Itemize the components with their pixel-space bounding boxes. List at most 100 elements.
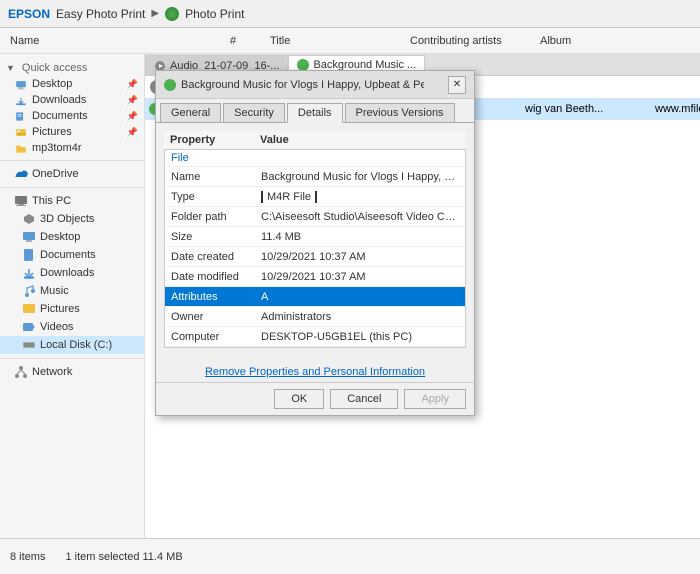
col-hash-header: #: [230, 35, 270, 47]
photo-print-icon: [165, 7, 179, 21]
sidebar-item-onedrive[interactable]: OneDrive: [0, 165, 144, 183]
cancel-button[interactable]: Cancel: [330, 389, 398, 409]
item-count: 8 items: [10, 551, 45, 563]
thispc-pictures-label: Pictures: [40, 303, 80, 315]
col-title-header: Title: [270, 35, 410, 47]
ok-button[interactable]: OK: [274, 389, 324, 409]
dialog-music-icon: [164, 79, 176, 91]
documents-label: Documents: [32, 110, 88, 122]
sidebar-item-mp3tom4r[interactable]: mp3tom4r: [0, 140, 144, 156]
dialog-link-area: Remove Properties and Personal Informati…: [156, 356, 474, 382]
dialog-tabs: General Security Details Previous Versio…: [156, 99, 474, 123]
app-bar: EPSON Easy Photo Print ▶ Photo Print: [0, 0, 700, 28]
col-contrib-header: Contributing artists: [410, 35, 540, 47]
props-row-computer: Computer DESKTOP-U5GB1EL (this PC): [165, 327, 465, 347]
easy-photo-print-label: Easy Photo Print: [56, 7, 145, 21]
dialog-tab-details[interactable]: Details: [287, 103, 343, 123]
quick-access-header: ▼ Quick access: [0, 60, 144, 76]
status-bar: 8 items 1 item selected 11.4 MB: [0, 538, 700, 574]
dialog-tab-general[interactable]: General: [160, 103, 221, 122]
sidebar-item-downloads[interactable]: Downloads 📌: [0, 92, 144, 108]
prop-val-type: M4R File: [261, 191, 459, 203]
sidebar-divider-2: [0, 187, 144, 188]
dialog-close-button[interactable]: ✕: [448, 76, 466, 94]
arrow-separator: ▶: [151, 8, 159, 19]
selected-info: 1 item selected 11.4 MB: [65, 551, 182, 563]
sidebar-item-desktop[interactable]: Desktop 📌: [0, 76, 144, 92]
props-row-type: Type M4R File: [165, 187, 465, 207]
sidebar-item-thispc-pictures[interactable]: Pictures: [0, 300, 144, 318]
thispc-documents-label: Documents: [40, 249, 96, 261]
prop-label-size: Size: [171, 231, 261, 243]
sidebar-divider-1: [0, 160, 144, 161]
apply-button[interactable]: Apply: [404, 389, 466, 409]
downloads-label: Downloads: [32, 94, 86, 106]
prop-val-computer: DESKTOP-U5GB1EL (this PC): [261, 331, 459, 343]
properties-dialog: Background Music for Vlogs I Happy, Upbe…: [155, 70, 475, 416]
dialog-title-text: Background Music for Vlogs I Happy, Upbe…: [181, 79, 424, 91]
photo-print-label: Photo Print: [185, 7, 244, 21]
dialog-tab-security[interactable]: Security: [223, 103, 285, 122]
sidebar-item-network[interactable]: Network: [0, 363, 144, 381]
remove-properties-link[interactable]: Remove Properties and Personal Informati…: [205, 366, 425, 378]
col-album-header: Album: [540, 35, 620, 47]
prop-label-name: Name: [171, 171, 261, 183]
prop-val-owner: Administrators: [261, 311, 459, 323]
props-header-value: Value: [260, 134, 460, 146]
pictures-label: Pictures: [32, 126, 72, 138]
col-name-header: Name: [0, 35, 230, 47]
dialog-titlebar: Background Music for Vlogs I Happy, Upbe…: [156, 71, 474, 99]
file-album-background: www.mfiles.co.uk: [655, 103, 700, 115]
sidebar-item-music[interactable]: Music: [0, 282, 144, 300]
sidebar-item-thispc-desktop[interactable]: Desktop: [0, 228, 144, 246]
onedrive-label: OneDrive: [32, 168, 78, 180]
props-header-property: Property: [170, 134, 260, 146]
dialog-tab-previous-versions[interactable]: Previous Versions: [345, 103, 455, 122]
sidebar-item-pictures[interactable]: Pictures 📌: [0, 124, 144, 140]
prop-val-size: 11.4 MB: [261, 231, 459, 243]
props-row-attributes: Attributes A: [165, 287, 465, 307]
sidebar-item-documents[interactable]: Documents 📌: [0, 108, 144, 124]
sidebar-item-thispc-documents[interactable]: Documents: [0, 246, 144, 264]
type-value-boxed: M4R File: [261, 191, 317, 203]
thispc-downloads-label: Downloads: [40, 267, 94, 279]
quick-access-label: Quick access: [22, 62, 87, 74]
props-table-header: Property Value: [164, 131, 466, 150]
props-row-name: Name Background Music for Vlogs I Happy,…: [165, 167, 465, 187]
prop-val-attributes: A: [261, 291, 459, 303]
sidebar-item-3dobjects[interactable]: 3D Objects: [0, 210, 144, 228]
dialog-body: Property Value File Name Background Musi…: [156, 123, 474, 356]
sidebar-item-videos[interactable]: Videos: [0, 318, 144, 336]
pin-icon-doc: 📌: [127, 111, 138, 122]
thispc-label: This PC: [32, 195, 71, 207]
props-row-datecreated: Date created 10/29/2021 10:37 AM: [165, 247, 465, 267]
epson-brand: EPSON: [8, 7, 50, 21]
music-label: Music: [40, 285, 69, 297]
sidebar: ▼ Quick access Desktop 📌 Downloads 📌 Doc…: [0, 54, 145, 538]
sidebar-item-local-disk[interactable]: Local Disk (C:): [0, 336, 144, 354]
prop-label-datecreated: Date created: [171, 251, 261, 263]
videos-label: Videos: [40, 321, 73, 333]
file-contrib-background: wig van Beeth...: [525, 103, 655, 115]
props-row-folderpath: Folder path C:\Aiseesoft Studio\Aiseesof…: [165, 207, 465, 227]
sidebar-item-thispc[interactable]: This PC: [0, 192, 144, 210]
props-row-size: Size 11.4 MB: [165, 227, 465, 247]
3dobjects-label: 3D Objects: [40, 213, 94, 225]
props-row-owner: Owner Administrators: [165, 307, 465, 327]
prop-label-datemodified: Date modified: [171, 271, 261, 283]
pin-icon-dl: 📌: [127, 95, 138, 106]
dialog-title: Background Music for Vlogs I Happy, Upbe…: [164, 79, 424, 91]
app-title: EPSON Easy Photo Print ▶ Photo Print: [8, 7, 244, 21]
prop-val-datemodified: 10/29/2021 10:37 AM: [261, 271, 459, 283]
prop-label-type: Type: [171, 191, 261, 203]
prop-label-owner: Owner: [171, 311, 261, 323]
quick-access-section: ▼ Quick access Desktop 📌 Downloads 📌 Doc…: [0, 60, 144, 156]
props-section-file: File: [165, 150, 465, 167]
prop-val-datecreated: 10/29/2021 10:37 AM: [261, 251, 459, 263]
sidebar-item-thispc-downloads[interactable]: Downloads: [0, 264, 144, 282]
prop-val-folderpath: C:\Aiseesoft Studio\Aiseesoft Video Conv…: [261, 211, 459, 223]
prop-label-attributes: Attributes: [171, 291, 261, 303]
thispc-desktop-label: Desktop: [40, 231, 80, 243]
sidebar-divider-3: [0, 358, 144, 359]
prop-val-name: Background Music for Vlogs I Happy, Upb.…: [261, 171, 459, 183]
